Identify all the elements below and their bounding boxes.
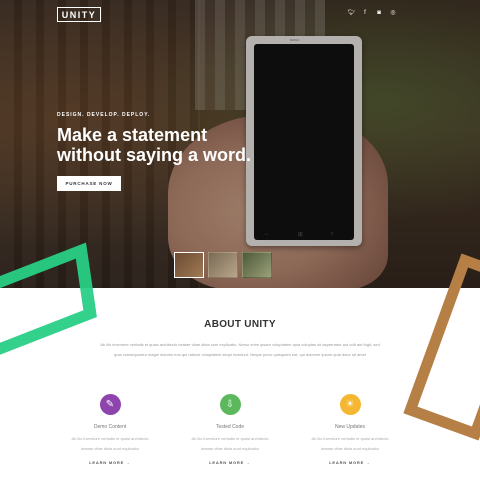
logo[interactable]: UNITY <box>57 7 101 22</box>
purchase-now-button[interactable]: PURCHASE NOW <box>57 176 121 191</box>
hero-headline: Make a statement without saying a word. <box>57 125 252 165</box>
feature-new-updates: ☀ New Updates Ab illo inventore veritati… <box>300 394 400 465</box>
twitter-icon[interactable]: 🐦︎ <box>348 10 356 16</box>
social-links: 🐦︎ f ◙ ◎ <box>348 10 396 16</box>
about-title: ABOUT UNITY <box>204 319 276 330</box>
facebook-icon[interactable]: f <box>362 10 368 16</box>
feature-title: Demo Content <box>93 424 127 430</box>
slider-thumbnails <box>174 252 272 278</box>
slide-thumbnail-3[interactable] <box>242 252 272 278</box>
slide-thumbnail-1[interactable] <box>174 252 204 278</box>
feature-text: Ab illo inventore veritatis et quasi arc… <box>71 436 149 451</box>
slide-thumbnail-2[interactable] <box>208 252 238 278</box>
download-icon: ⇩ <box>219 394 241 415</box>
sun-icon: ☀ <box>339 394 361 415</box>
hero-tagline: DESIGN. DEVELOP. DEPLOY. <box>57 112 151 118</box>
feature-title: Tested Code <box>215 424 245 430</box>
feature-tested-code: ⇩ Tested Code Ab illo inventore veritati… <box>180 394 280 465</box>
instagram-icon[interactable]: ◙ <box>376 10 382 16</box>
learn-more-link[interactable]: LEARN MORE → <box>329 460 371 465</box>
feature-demo-content: ✎ Demo Content Ab illo inventore veritat… <box>60 394 160 465</box>
learn-more-link[interactable]: LEARN MORE → <box>209 460 251 465</box>
pen-icon: ✎ <box>99 394 121 415</box>
feature-text: Ab illo inventore veritatis et quasi arc… <box>311 436 389 451</box>
hero-section: NOKIA ← ⊞ ⌕ UNITY 🐦︎ f ◙ ◎ DESIGN. DEVEL… <box>0 0 480 288</box>
features-row: ✎ Demo Content Ab illo inventore veritat… <box>60 394 400 465</box>
about-text: Ab illo inventore veritatis et quasi arc… <box>100 342 380 357</box>
feature-title: New Updates <box>334 424 365 430</box>
dribbble-icon[interactable]: ◎ <box>390 10 396 16</box>
feature-text: Ab illo inventore veritatis et quasi arc… <box>191 436 269 451</box>
learn-more-link[interactable]: LEARN MORE → <box>89 460 131 465</box>
